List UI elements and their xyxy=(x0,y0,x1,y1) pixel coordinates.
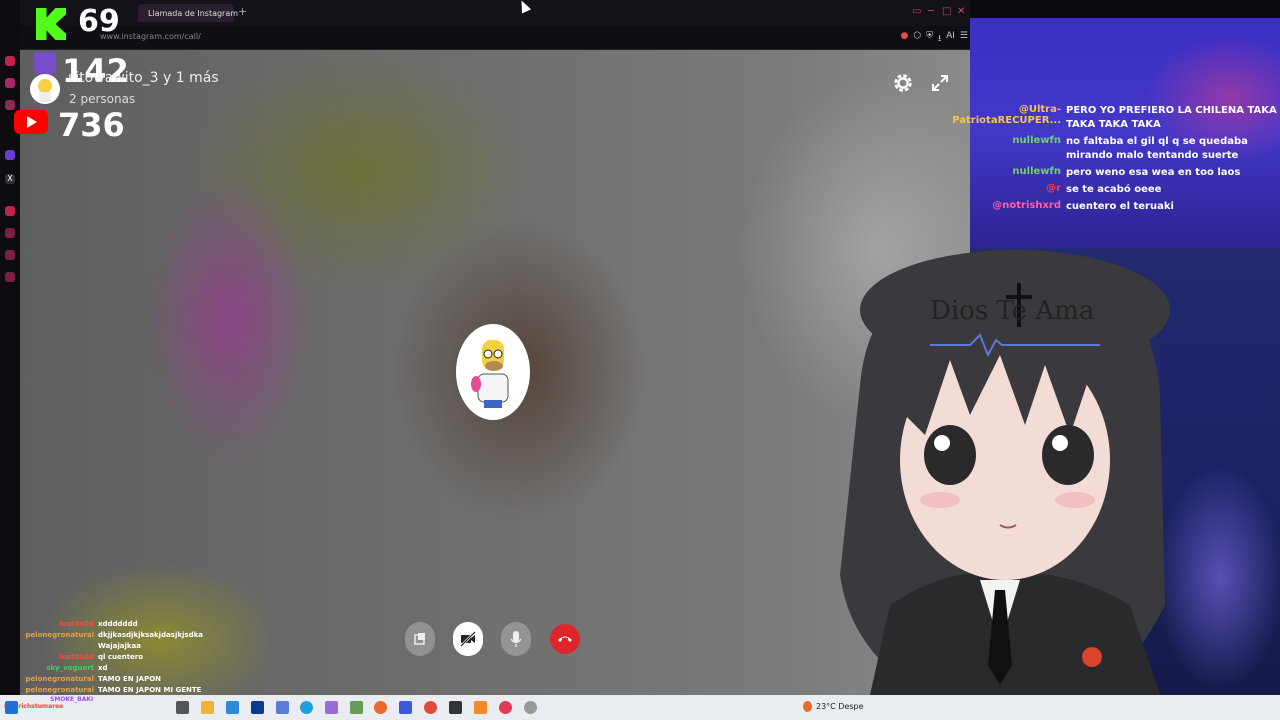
twitch-logo-icon xyxy=(34,52,56,74)
chat-text: xddddddd xyxy=(98,620,138,628)
chat-message: nullewfn pero weno esa wea en too laos xyxy=(940,166,1280,180)
chat-message: sky_voguert xd xyxy=(24,663,203,674)
chat-message: Wajajajkaa xyxy=(24,641,203,652)
chat-text: TAMO EN JAPON xyxy=(98,675,162,683)
bottom-chat: lost0n0d xddddddd pelonegronatural dkjjk… xyxy=(24,619,203,696)
app-icon[interactable] xyxy=(226,701,239,714)
stream-chat: @Ultra-PatriotaRECUPER... PERO YO PREFIE… xyxy=(940,104,1280,217)
chrome-icon[interactable] xyxy=(424,701,437,714)
sidebar-app-icon[interactable] xyxy=(5,228,15,238)
settings-gear-icon[interactable] xyxy=(892,72,914,94)
hat-text: Dios Te Ama xyxy=(930,296,1095,326)
end-call-button[interactable] xyxy=(550,624,580,654)
address-bar-actions: ● ⬡ ⛨ ⭳ AI ☰ xyxy=(900,31,968,47)
chat-message: @r se te acabó oeee xyxy=(940,183,1280,197)
chat-text: PERO YO PREFIERO LA CHILENA TAKA TAKA TA… xyxy=(1066,105,1277,130)
sidebar-app-icon[interactable] xyxy=(5,272,15,282)
sidebar-app-icon[interactable] xyxy=(5,78,15,88)
sidebar-app-icon[interactable] xyxy=(5,250,15,260)
x-icon[interactable]: X xyxy=(5,174,15,184)
sidebar-app-icon[interactable] xyxy=(5,100,15,110)
firefox-icon[interactable] xyxy=(374,701,387,714)
call-participants: 2 personas xyxy=(69,92,136,106)
chat-text: dkjjkasdjkjksakjdasjkjsdka xyxy=(98,631,203,639)
chat-text: se te acabó oeee xyxy=(1066,184,1162,195)
chat-message: lost0n0d ql cuentero xyxy=(24,652,203,663)
chat-username: @r xyxy=(1046,183,1061,194)
app-icon[interactable] xyxy=(276,701,289,714)
youtube-viewer-count: 736 xyxy=(58,106,125,144)
record-icon[interactable]: ● xyxy=(900,31,908,47)
chat-username: pelonegronatural xyxy=(25,675,94,683)
app-icon[interactable] xyxy=(449,701,462,714)
kick-viewer-count: 69 xyxy=(78,4,120,39)
chat-text: ql cuentero xyxy=(98,653,144,661)
app-icon[interactable] xyxy=(350,701,363,714)
sidebar-app-icon[interactable] xyxy=(5,206,15,216)
app-icon[interactable] xyxy=(474,701,487,714)
ai-button[interactable]: AI xyxy=(946,31,955,47)
screen: { "browser": { "active_tab": "Llamada de… xyxy=(0,0,1280,720)
chat-username: nullewfn xyxy=(1012,135,1061,146)
tab-label: Llamada de Instagram xyxy=(148,8,239,18)
file-explorer-icon[interactable] xyxy=(201,701,214,714)
twitch-icon[interactable] xyxy=(5,150,15,160)
chat-message: pelonegronatural dkjjkasdjkjksakjdasjkjs… xyxy=(24,630,203,641)
call-title: sitowawito_3 y 1 más xyxy=(68,70,219,86)
chat-username: @Ultra-PatriotaRECUPER... xyxy=(952,104,1061,126)
chat-username: pelonegronatural xyxy=(25,631,94,639)
chat-text: xd xyxy=(98,664,108,672)
maximize-button[interactable]: □ xyxy=(942,6,951,17)
chat-message: @notrishxrd cuentero el teruaki xyxy=(940,200,1280,214)
fullscreen-icon[interactable] xyxy=(930,73,950,93)
windows-taskbar xyxy=(0,695,1280,720)
app-icon[interactable] xyxy=(399,701,412,714)
hang-up-icon xyxy=(558,636,572,642)
browser-sidebar: X xyxy=(0,0,20,695)
menu-icon[interactable]: ☰ xyxy=(960,31,968,47)
share-screen-icon xyxy=(414,633,425,645)
chat-message: @Ultra-PatriotaRECUPER... PERO YO PREFIE… xyxy=(940,104,1280,132)
sidebar-app-icon[interactable] xyxy=(5,56,15,66)
chat-username xyxy=(24,641,98,652)
camera-off-icon xyxy=(460,631,476,647)
chat-message: lost0n0d xddddddd xyxy=(24,619,203,630)
chat-username: lost0n0d xyxy=(59,620,94,628)
share-screen-button[interactable] xyxy=(405,622,435,656)
participant-avatar xyxy=(456,324,530,420)
windows-start-icon[interactable] xyxy=(5,701,18,714)
chat-username: sky_voguert xyxy=(46,664,94,672)
minimize-icon[interactable]: ▭ xyxy=(912,6,921,17)
new-tab-button[interactable]: + xyxy=(238,5,247,18)
lock-icon[interactable]: ⛨ xyxy=(926,31,933,47)
close-button[interactable]: ✕ xyxy=(957,6,965,17)
minimize-button[interactable]: ─ xyxy=(928,6,934,17)
weather-icon xyxy=(803,701,812,712)
chat-text: pero weno esa wea en too laos xyxy=(1066,167,1241,178)
chat-message: pelonegronatural TAMO EN JAPON xyxy=(24,674,203,685)
microphone-icon xyxy=(510,631,522,647)
tab-instagram-call[interactable]: Llamada de Instagram xyxy=(138,4,238,22)
chat-username: nullewfn xyxy=(1012,166,1061,177)
edge-icon[interactable] xyxy=(300,701,313,714)
caller-avatar xyxy=(30,74,60,104)
task-view-icon[interactable] xyxy=(176,701,189,714)
microphone-button[interactable] xyxy=(501,622,531,656)
extensions-icon[interactable]: ⬡ xyxy=(913,31,921,47)
chat-text: cuentero el teruaki xyxy=(1066,201,1174,212)
call-controls xyxy=(405,622,585,656)
app-icon[interactable] xyxy=(325,701,338,714)
chat-username: @notrishxrd xyxy=(992,200,1061,211)
app-icon[interactable] xyxy=(251,701,264,714)
download-icon[interactable]: ⭳ xyxy=(938,31,941,47)
chat-text: Wajajajkaa xyxy=(98,642,141,650)
opera-gx-icon[interactable] xyxy=(499,701,512,714)
chat-message: nullewfn no faltaba el gil ql q se queda… xyxy=(940,135,1280,163)
chat-text: no faltaba el gil ql q se quedaba mirand… xyxy=(1066,136,1248,161)
obs-icon[interactable] xyxy=(524,701,537,714)
youtube-logo-icon xyxy=(14,110,48,134)
weather-widget[interactable]: 23°C Despe xyxy=(816,702,864,711)
camera-off-button[interactable] xyxy=(453,622,483,656)
chat-username: lost0n0d xyxy=(59,653,94,661)
